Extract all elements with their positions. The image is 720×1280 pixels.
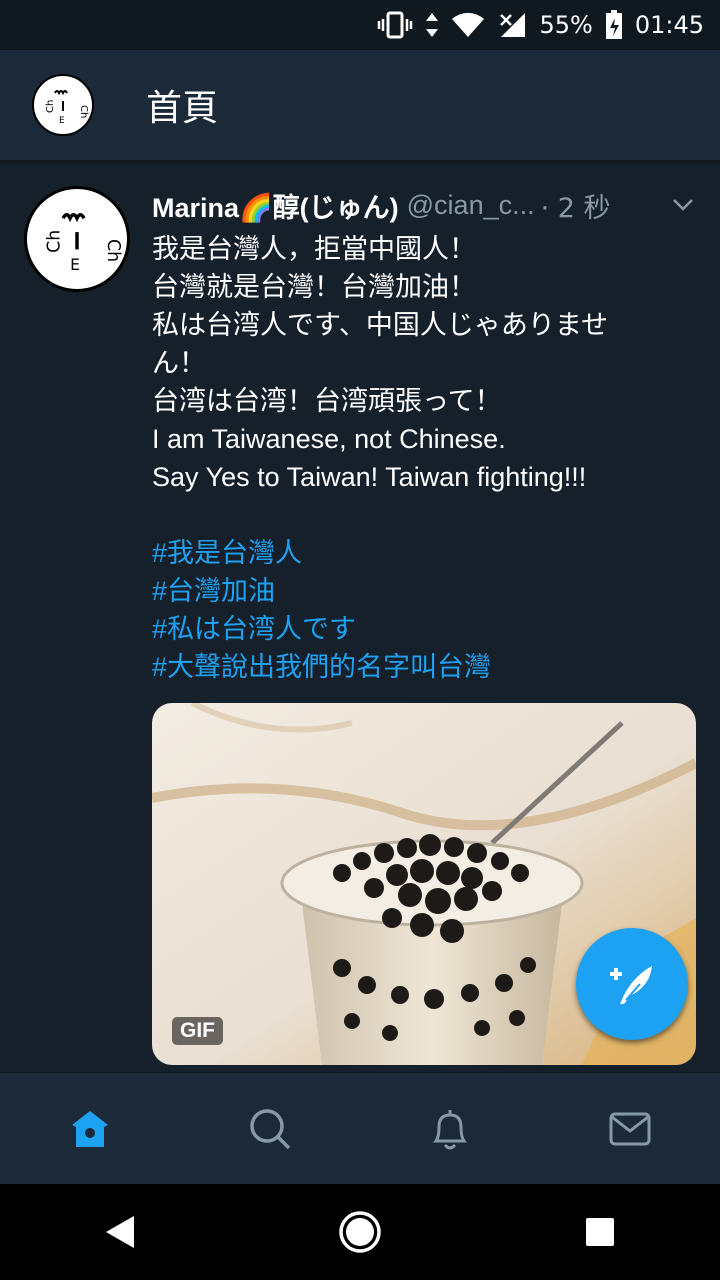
bottom-tab-bar [0, 1072, 720, 1185]
tweet-line: 我是台灣人，拒當中國人！ [152, 234, 476, 264]
chevron-down-icon[interactable] [671, 197, 697, 213]
wifi-icon [451, 11, 485, 39]
recents-icon [586, 1218, 614, 1246]
tweet-line: ん！ [152, 348, 206, 378]
svg-text:Ch: Ch [103, 239, 122, 262]
compose-button[interactable] [576, 928, 688, 1040]
tweet-line: Say Yes to Taiwan! Taiwan fighting!!! [152, 462, 587, 492]
vibrate-icon [377, 11, 413, 39]
tweet-header: Marina🌈醇(じゅん) @cian_c... · 2 秒 [152, 184, 697, 226]
data-transfer-icon [425, 11, 439, 39]
hashtag-link[interactable]: #私は台湾人です [152, 610, 697, 648]
hashtag-link[interactable]: #大聲說出我們的名字叫台灣 [152, 648, 697, 686]
tab-home[interactable] [50, 1089, 130, 1169]
mail-icon [609, 1112, 651, 1146]
gif-badge: GIF [172, 1017, 223, 1045]
home-nav-button[interactable] [320, 1192, 400, 1272]
page-title: 首頁 [146, 88, 219, 129]
tab-search[interactable] [230, 1089, 310, 1169]
svg-text:Ch: Ch [78, 105, 89, 118]
avatar-face-icon: Ch Ch E [45, 90, 89, 126]
status-bar: 55% 01:45 [0, 0, 720, 50]
tweet-line: 台湾は台湾！台湾頑張って！ [152, 386, 502, 416]
author-name[interactable]: Marina🌈醇(じゅん) [152, 186, 399, 225]
signal-icon [497, 11, 527, 39]
bell-icon [433, 1110, 467, 1150]
tweet-text: 我是台灣人，拒當中國人！ 台灣就是台灣！台灣加油！ 私は台湾人です、中国人じゃあ… [152, 230, 697, 496]
svg-text:Ch: Ch [45, 230, 65, 253]
compose-icon [610, 966, 652, 1004]
profile-avatar[interactable]: Ch Ch E [32, 74, 94, 136]
tweet-body: Marina🌈醇(じゅん) @cian_c... · 2 秒 我是台灣人，拒當中… [152, 184, 697, 686]
tweet-line: 私は台湾人です、中国人じゃありませ [152, 310, 609, 340]
battery-charging-icon [605, 10, 623, 40]
hashtag-list: #我是台灣人 #台灣加油 #私は台湾人です #大聲說出我們的名字叫台灣 [152, 534, 697, 686]
tweet-author-avatar[interactable]: Ch Ch E [24, 186, 130, 292]
battery-percent: 55% [539, 11, 593, 39]
tab-messages[interactable] [590, 1089, 670, 1169]
tab-notifications[interactable] [410, 1089, 490, 1169]
app-header: Ch Ch E 首頁 [0, 50, 720, 160]
tweet-time: · 2 秒 [540, 192, 611, 224]
avatar-face-icon: Ch Ch E [45, 213, 122, 274]
home-nav-icon [339, 1211, 381, 1253]
svg-text:E: E [70, 256, 80, 274]
tweet-line: I am Taiwanese, not Chinese. [152, 424, 506, 454]
system-navigation-bar [0, 1184, 720, 1280]
recents-button[interactable] [560, 1192, 640, 1272]
home-icon [72, 1111, 108, 1147]
back-button[interactable] [80, 1192, 160, 1272]
author-handle[interactable]: @cian_c... [407, 190, 535, 221]
clock: 01:45 [634, 11, 704, 39]
svg-text:Ch: Ch [45, 100, 56, 113]
search-icon [250, 1109, 291, 1150]
back-icon [106, 1216, 134, 1248]
hashtag-link[interactable]: #我是台灣人 [152, 534, 697, 572]
svg-text:E: E [59, 116, 65, 126]
hashtag-link[interactable]: #台灣加油 [152, 572, 697, 610]
tweet-line: 台灣就是台灣！台灣加油！ [152, 272, 476, 302]
